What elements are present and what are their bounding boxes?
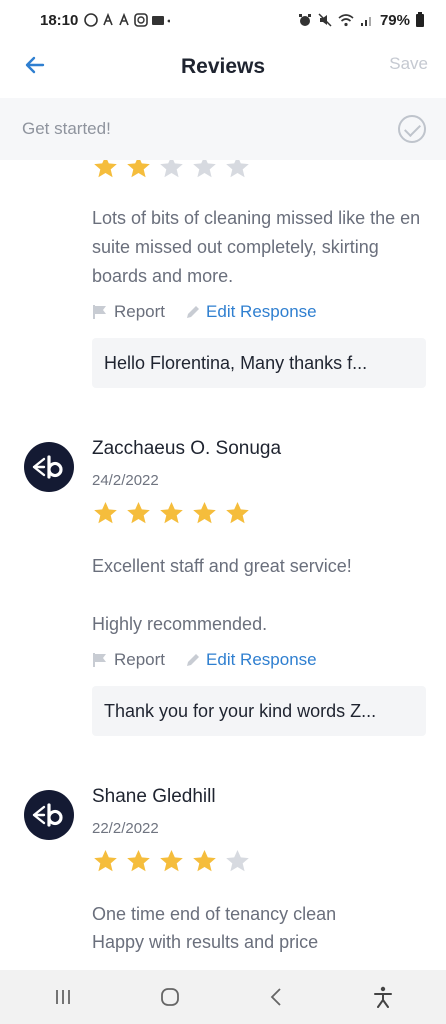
flag-icon (93, 653, 106, 667)
report-button[interactable]: Report (92, 302, 165, 322)
avatar (24, 790, 74, 840)
review-text: Lots of bits of cleaning missed like the… (92, 208, 421, 286)
battery-icon (416, 11, 424, 27)
recent-apps-icon (56, 990, 71, 1004)
alarm-icon (298, 14, 311, 26)
wifi-icon (338, 14, 354, 27)
edit-response-button[interactable]: Edit Response (185, 302, 317, 322)
flag-icon (93, 305, 106, 319)
edit-response-label: Edit Response (206, 302, 317, 321)
reviewer-name: Zacchaeus O. Sonuga (92, 438, 282, 459)
star-filled-icon (127, 502, 150, 524)
save-button[interactable]: Save (389, 54, 428, 74)
notification-icons (84, 13, 171, 27)
status-time: 18:10 (40, 11, 79, 29)
response-preview[interactable]: Thank you for your kind words Z... (92, 686, 426, 736)
review-text: One time end of tenancy clean (92, 904, 337, 924)
report-label: Report (114, 302, 166, 321)
review-actions: Report Edit Response (92, 302, 317, 322)
star-filled-icon (160, 502, 183, 524)
review-text-continued: Happy with results and price (92, 932, 319, 952)
chevron-left-icon (270, 988, 281, 1006)
get-started-label: Get started! (22, 119, 111, 138)
star-filled-icon (94, 850, 117, 872)
signal-icon (360, 17, 371, 26)
star-filled-icon (193, 502, 216, 524)
back-button[interactable] (256, 977, 296, 1017)
get-started-bar[interactable]: Get started! (0, 98, 446, 160)
home-icon (160, 988, 179, 1006)
star-filled-icon (127, 850, 150, 872)
accessibility-button[interactable] (363, 977, 403, 1017)
pencil-icon (187, 653, 200, 666)
report-label: Report (114, 650, 166, 669)
star-empty-icon (226, 160, 249, 178)
star-filled-icon (94, 502, 117, 524)
edit-response-label: Edit Response (206, 650, 317, 669)
review-date: 22/2/2022 (92, 820, 159, 837)
star-rating (92, 848, 251, 875)
star-filled-icon (94, 160, 117, 178)
review-text-continued: Highly recommended. (92, 614, 268, 634)
battery-percent: 79% (379, 11, 410, 29)
star-empty-icon (193, 160, 216, 178)
report-button[interactable]: Report (92, 650, 165, 670)
star-rating (92, 500, 251, 527)
review-actions: Report Edit Response (92, 650, 317, 670)
brand-logo-icon (32, 455, 63, 479)
accessibility-icon (373, 986, 392, 1008)
reviewer-name: Shane Gledhill (92, 786, 216, 807)
page-title: Reviews (180, 55, 266, 78)
review-text: Excellent staff and great service! (92, 556, 352, 576)
check-circle-icon (398, 115, 426, 143)
brand-logo-icon (32, 803, 63, 827)
star-filled-icon (160, 850, 183, 872)
star-filled-icon (193, 850, 216, 872)
edit-response-button[interactable]: Edit Response (185, 650, 317, 670)
star-filled-icon (226, 502, 249, 524)
app-header: Reviews Save (0, 40, 446, 94)
reviews-list[interactable]: Lots of bits of cleaning missed like the… (0, 160, 446, 970)
star-rating (92, 160, 251, 181)
mute-icon (318, 13, 332, 27)
star-filled-icon (127, 160, 150, 178)
recent-apps-button[interactable] (43, 977, 83, 1017)
star-empty-icon (226, 850, 249, 872)
star-empty-icon (160, 160, 183, 178)
response-preview[interactable]: Hello Florentina, Many thanks f... (92, 338, 426, 388)
back-arrow-icon[interactable] (22, 52, 48, 78)
status-bar: 18:10 79% (0, 0, 446, 40)
pencil-icon (187, 305, 200, 318)
review-date: 24/2/2022 (92, 472, 159, 489)
system-nav-bar (0, 970, 446, 1024)
home-button[interactable] (150, 977, 190, 1017)
avatar (24, 442, 74, 492)
